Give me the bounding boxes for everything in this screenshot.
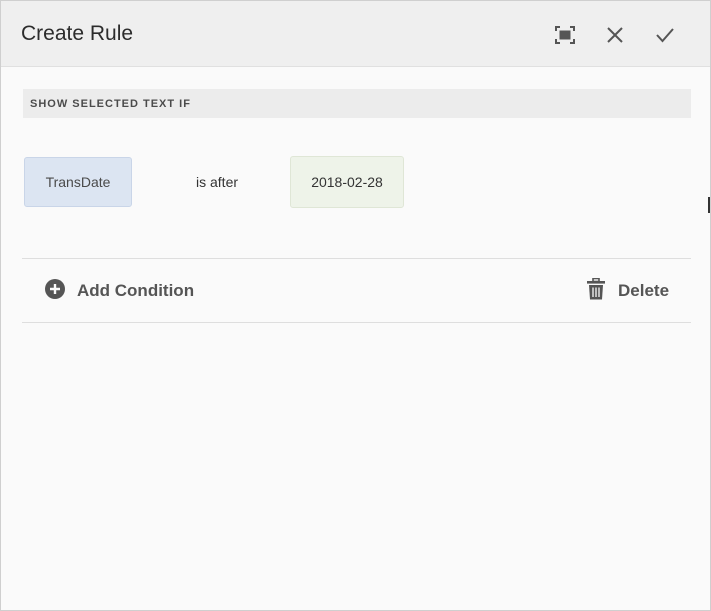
- top-divider: [22, 258, 691, 259]
- rule-section-header: SHOW SELECTED TEXT IF: [23, 89, 691, 118]
- dialog-header: Create Rule: [1, 1, 710, 67]
- plus-circle-icon: [45, 278, 65, 304]
- window-edge-mark: [708, 197, 710, 213]
- create-rule-dialog: Create Rule SHOW SELECTED TEXT IF TransD…: [0, 0, 711, 611]
- add-condition-button[interactable]: Add Condition: [45, 278, 195, 304]
- trash-icon: [586, 277, 606, 305]
- delete-button[interactable]: Delete: [586, 277, 670, 305]
- close-icon: [606, 26, 624, 44]
- fullscreen-icon: [554, 25, 576, 45]
- bottom-divider: [22, 322, 691, 323]
- close-button[interactable]: [601, 21, 629, 49]
- condition-operator[interactable]: is after: [196, 174, 238, 190]
- delete-label: Delete: [618, 281, 670, 300]
- checkmark-icon: [655, 26, 675, 44]
- dialog-title: Create Rule: [21, 22, 134, 45]
- confirm-button[interactable]: [651, 21, 679, 49]
- fullscreen-button[interactable]: [551, 21, 579, 49]
- add-condition-label: Add Condition: [77, 281, 195, 300]
- condition-value-token[interactable]: 2018-02-28: [290, 156, 404, 208]
- condition-field-token[interactable]: TransDate: [24, 157, 132, 207]
- section-label: SHOW SELECTED TEXT IF: [30, 98, 191, 110]
